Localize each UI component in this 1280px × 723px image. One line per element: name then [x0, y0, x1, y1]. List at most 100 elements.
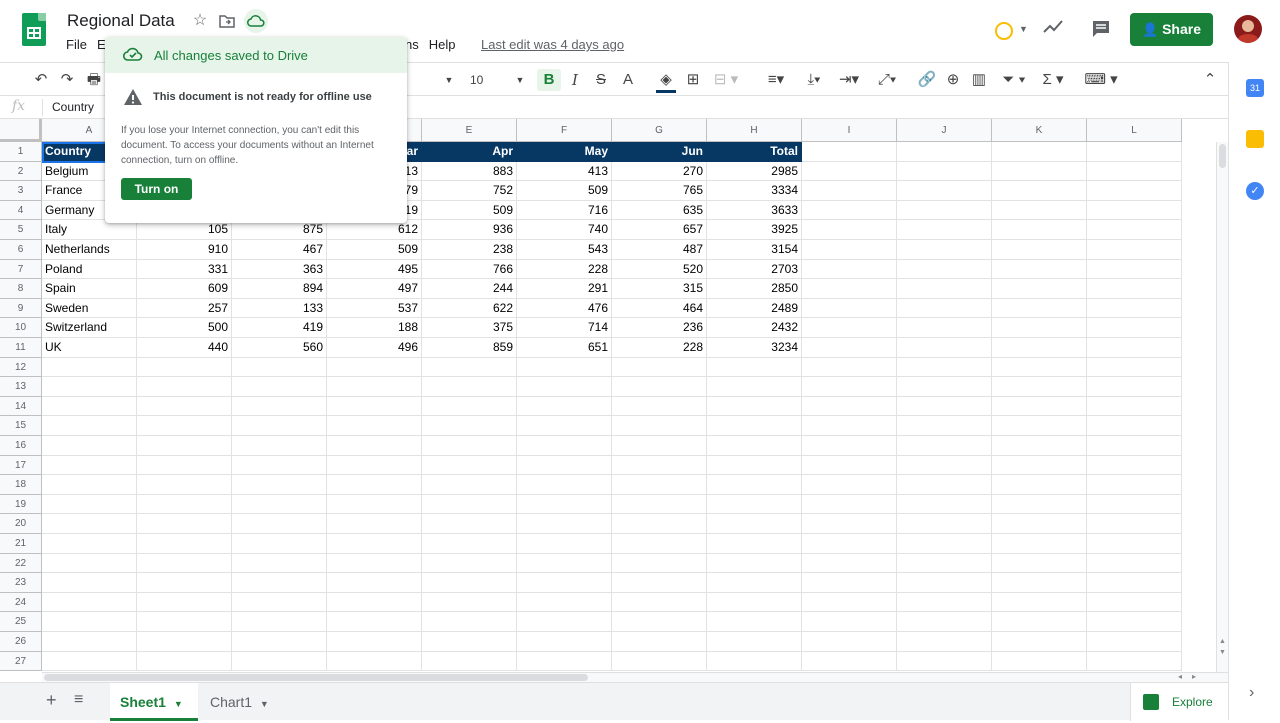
row-header[interactable]: 19	[0, 494, 42, 515]
cell[interactable]	[137, 436, 232, 456]
cell[interactable]	[707, 455, 802, 476]
value-cell[interactable]: 3334	[707, 181, 802, 201]
cell[interactable]	[992, 651, 1087, 672]
row-header[interactable]: 9	[0, 298, 42, 319]
cell[interactable]	[327, 357, 422, 378]
cell[interactable]	[1087, 651, 1182, 672]
add-sheet-icon[interactable]: +	[46, 690, 57, 711]
value-cell[interactable]: 765	[612, 181, 707, 201]
fill-color-icon[interactable]: ◈	[655, 69, 677, 93]
value-cell[interactable]: 244	[422, 279, 517, 299]
bold-button[interactable]: B	[537, 69, 561, 91]
cell[interactable]	[802, 514, 897, 534]
cell[interactable]	[802, 534, 897, 554]
cell[interactable]	[232, 396, 327, 417]
value-cell[interactable]: 2850	[707, 279, 802, 299]
cell[interactable]	[422, 455, 517, 476]
cell[interactable]	[42, 612, 137, 632]
cell[interactable]	[897, 161, 992, 182]
cell[interactable]	[707, 396, 802, 417]
cell[interactable]	[1087, 553, 1182, 574]
cell[interactable]	[897, 357, 992, 378]
cell[interactable]	[42, 514, 137, 534]
column-header[interactable]: K	[992, 119, 1087, 142]
cell[interactable]	[992, 200, 1087, 221]
row-header[interactable]: 24	[0, 592, 42, 613]
cell[interactable]	[992, 279, 1087, 299]
value-cell[interactable]: 375	[422, 318, 517, 338]
cell[interactable]	[42, 357, 137, 378]
cell[interactable]	[1087, 436, 1182, 456]
cell[interactable]	[1087, 318, 1182, 338]
cell[interactable]	[992, 494, 1087, 515]
cell[interactable]	[422, 534, 517, 554]
cell[interactable]	[327, 514, 422, 534]
row-header[interactable]: 8	[0, 279, 42, 299]
value-cell[interactable]: 363	[232, 259, 327, 280]
cell[interactable]	[802, 416, 897, 436]
cell[interactable]	[1087, 632, 1182, 652]
row-header[interactable]: 27	[0, 651, 42, 672]
tab-sheet1[interactable]: Sheet1 ▼	[110, 683, 198, 721]
horizontal-scroll-thumb[interactable]	[44, 674, 588, 681]
value-cell[interactable]: 883	[422, 161, 517, 182]
row-header[interactable]: 1	[0, 142, 42, 162]
tab-sheet1-chevron-icon[interactable]: ▼	[174, 699, 183, 709]
cell[interactable]	[137, 494, 232, 515]
cell[interactable]	[327, 592, 422, 613]
row-header[interactable]: 17	[0, 455, 42, 476]
row-header[interactable]: 25	[0, 612, 42, 632]
value-cell[interactable]: 560	[232, 338, 327, 358]
cell[interactable]	[232, 612, 327, 632]
cell[interactable]	[707, 436, 802, 456]
cell[interactable]	[517, 475, 612, 495]
value-cell[interactable]: 2432	[707, 318, 802, 338]
cell[interactable]	[897, 514, 992, 534]
cell[interactable]	[612, 534, 707, 554]
cell[interactable]	[897, 396, 992, 417]
cell[interactable]	[802, 475, 897, 495]
explore-button[interactable]: Explore	[1130, 683, 1228, 721]
cell[interactable]	[897, 318, 992, 338]
print-icon[interactable]: 🖶	[84, 69, 104, 91]
redo-icon[interactable]: ↷	[57, 69, 77, 91]
cell[interactable]	[517, 416, 612, 436]
cell[interactable]	[42, 632, 137, 652]
cell[interactable]	[137, 632, 232, 652]
cell[interactable]	[707, 357, 802, 378]
cell[interactable]	[612, 592, 707, 613]
country-cell[interactable]: Netherlands	[42, 240, 137, 260]
cell[interactable]	[992, 396, 1087, 417]
value-cell[interactable]: 500	[137, 318, 232, 338]
column-header[interactable]: F	[517, 119, 612, 142]
row-header[interactable]: 13	[0, 377, 42, 397]
cell[interactable]	[517, 455, 612, 476]
cell[interactable]	[1087, 396, 1182, 417]
cell[interactable]	[1087, 181, 1182, 201]
value-cell[interactable]: 257	[137, 298, 232, 319]
cell[interactable]	[1087, 259, 1182, 280]
cell[interactable]	[232, 475, 327, 495]
cell[interactable]	[1087, 534, 1182, 554]
cell[interactable]	[42, 436, 137, 456]
value-cell[interactable]: 716	[517, 200, 612, 221]
cell[interactable]	[992, 475, 1087, 495]
cell[interactable]	[1087, 377, 1182, 397]
collapse-menus-icon[interactable]: ⌃	[1200, 69, 1220, 91]
cell[interactable]	[802, 200, 897, 221]
cell[interactable]	[707, 612, 802, 632]
text-rotation-icon[interactable]: ⤢▾	[872, 69, 902, 91]
horizontal-align-icon[interactable]: ≡▾	[762, 69, 790, 91]
cell[interactable]	[517, 592, 612, 613]
cell[interactable]	[137, 455, 232, 476]
cell[interactable]	[992, 318, 1087, 338]
tab-chart1[interactable]: Chart1 ▼	[200, 683, 288, 721]
cell[interactable]	[612, 436, 707, 456]
cell[interactable]	[612, 651, 707, 672]
scroll-right-arrow-icon[interactable]: ▸	[1192, 672, 1196, 681]
cell[interactable]	[897, 632, 992, 652]
cell[interactable]	[327, 455, 422, 476]
cell[interactable]	[992, 534, 1087, 554]
cell[interactable]	[897, 651, 992, 672]
cell[interactable]	[992, 298, 1087, 319]
